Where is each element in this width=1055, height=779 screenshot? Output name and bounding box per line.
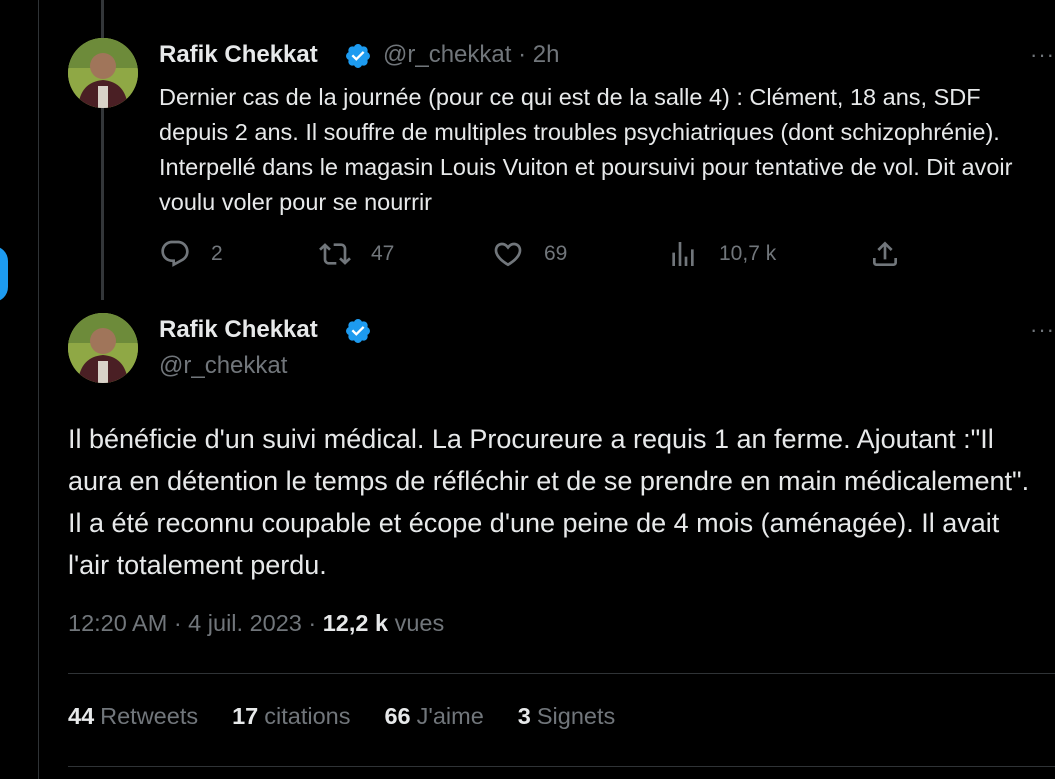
like-count: 69	[544, 242, 568, 265]
more-options-button[interactable]: ···	[1030, 42, 1055, 68]
author-name[interactable]: Rafik Chekkat	[159, 41, 318, 69]
divider	[68, 766, 1055, 767]
tweet-meta: 12:20 AM · 4 juil. 2023 · 12,2 k vues	[68, 610, 444, 637]
bookmarks-stat[interactable]: 3 Signets	[518, 703, 615, 730]
tweet-text: Il bénéficie d'un suivi médical. La Proc…	[68, 424, 1030, 580]
more-options-button[interactable]: ···	[1030, 317, 1055, 343]
avatar[interactable]	[68, 38, 138, 108]
avatar[interactable]	[68, 313, 138, 383]
tweet-text: Dernier cas de la journée (pour ce qui e…	[159, 84, 1013, 215]
timestamp[interactable]: 12:20 AM · 4 juil. 2023 ·	[68, 610, 323, 636]
retweets-stat[interactable]: 44 Retweets	[68, 703, 198, 730]
divider	[68, 673, 1055, 674]
reply-icon	[161, 240, 189, 267]
reply-button[interactable]: 2	[159, 238, 223, 270]
engagement-stats: 44 Retweets 17 citations 66 J'aime 3 Signets	[68, 703, 649, 730]
retweet-icon	[319, 243, 351, 265]
quotes-stat[interactable]: 17 citations	[232, 703, 350, 730]
action-bar: 2 47 69 10,7 k	[159, 238, 919, 274]
heart-icon	[494, 242, 522, 267]
view-count: 10,7 k	[719, 242, 777, 265]
author-name[interactable]: Rafik Chekkat	[159, 316, 318, 344]
views-button[interactable]: 10,7 k	[667, 238, 776, 270]
views-label: vues	[388, 610, 445, 636]
reply-count: 2	[211, 242, 223, 265]
column-border	[38, 0, 39, 779]
likes-stat[interactable]: 66 J'aime	[384, 703, 483, 730]
retweet-count: 47	[371, 242, 395, 265]
share-button[interactable]	[869, 238, 921, 270]
views-count: 12,2 k	[322, 610, 389, 636]
compose-button[interactable]	[0, 246, 8, 302]
verified-badge-icon[interactable]	[344, 317, 372, 345]
retweet-button[interactable]: 47	[319, 238, 394, 270]
like-button[interactable]: 69	[492, 238, 567, 270]
share-icon	[873, 241, 897, 266]
handle[interactable]: @r_chekkat	[159, 352, 287, 380]
handle-time[interactable]: @r_chekkat · 2h	[383, 41, 559, 69]
verified-badge-icon[interactable]	[344, 42, 372, 70]
analytics-icon	[672, 242, 694, 266]
